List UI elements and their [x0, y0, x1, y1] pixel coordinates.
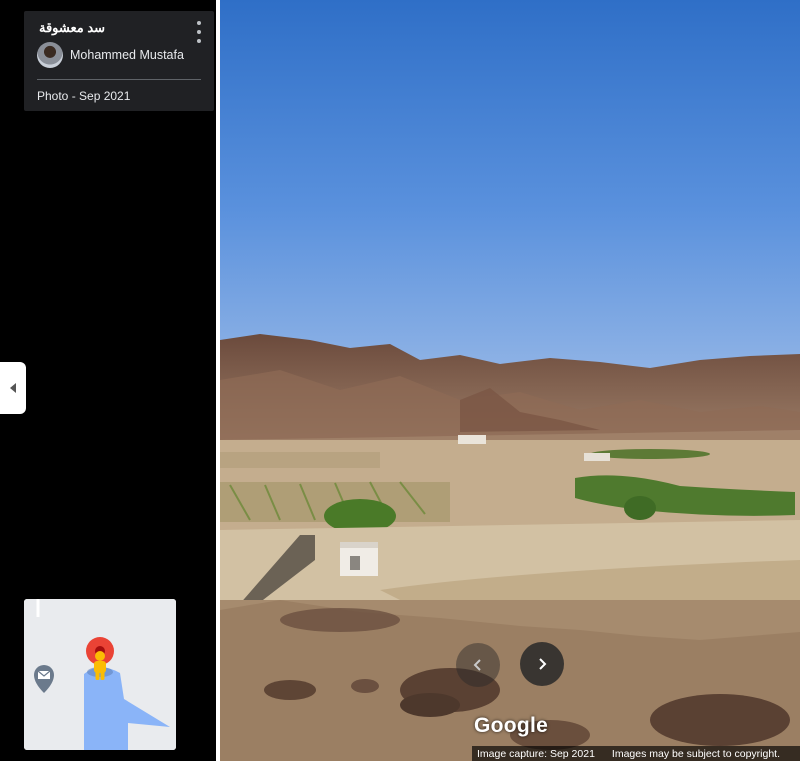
google-logo: Google — [474, 714, 549, 737]
card-divider — [37, 79, 201, 80]
photo-date: Photo - Sep 2021 — [37, 89, 131, 103]
photo-info-card: سد معشوقة Mohammed Mustafa Photo - Sep 2… — [24, 11, 214, 111]
image-capture-date: Image capture: Sep 2021 — [477, 747, 595, 760]
author-name[interactable]: Mohammed Mustafa — [70, 48, 184, 62]
nav-forward-button[interactable] — [520, 642, 564, 686]
more-options-icon[interactable] — [194, 21, 204, 43]
chevron-left-icon — [10, 383, 16, 393]
landscape-photo — [220, 0, 800, 761]
copyright-link[interactable]: Images may be subject to copyright. — [607, 748, 780, 760]
minimap-drawing — [24, 599, 176, 750]
minimap[interactable] — [24, 599, 176, 750]
chevron-right-icon — [539, 658, 547, 670]
chevron-left-icon — [473, 659, 481, 671]
nav-back-button[interactable] — [456, 643, 500, 687]
author-avatar[interactable] — [37, 42, 63, 68]
place-title[interactable]: سد معشوقة — [39, 20, 201, 36]
imagery-footer: Image capture: Sep 2021 Images may be su… — [472, 746, 800, 761]
author-row[interactable]: Mohammed Mustafa — [37, 42, 201, 68]
collapse-panel-button[interactable] — [0, 362, 26, 414]
left-panel: سد معشوقة Mohammed Mustafa Photo - Sep 2… — [0, 0, 218, 761]
street-view-image[interactable]: Google Image capture: Sep 2021 Images ma… — [220, 0, 800, 761]
